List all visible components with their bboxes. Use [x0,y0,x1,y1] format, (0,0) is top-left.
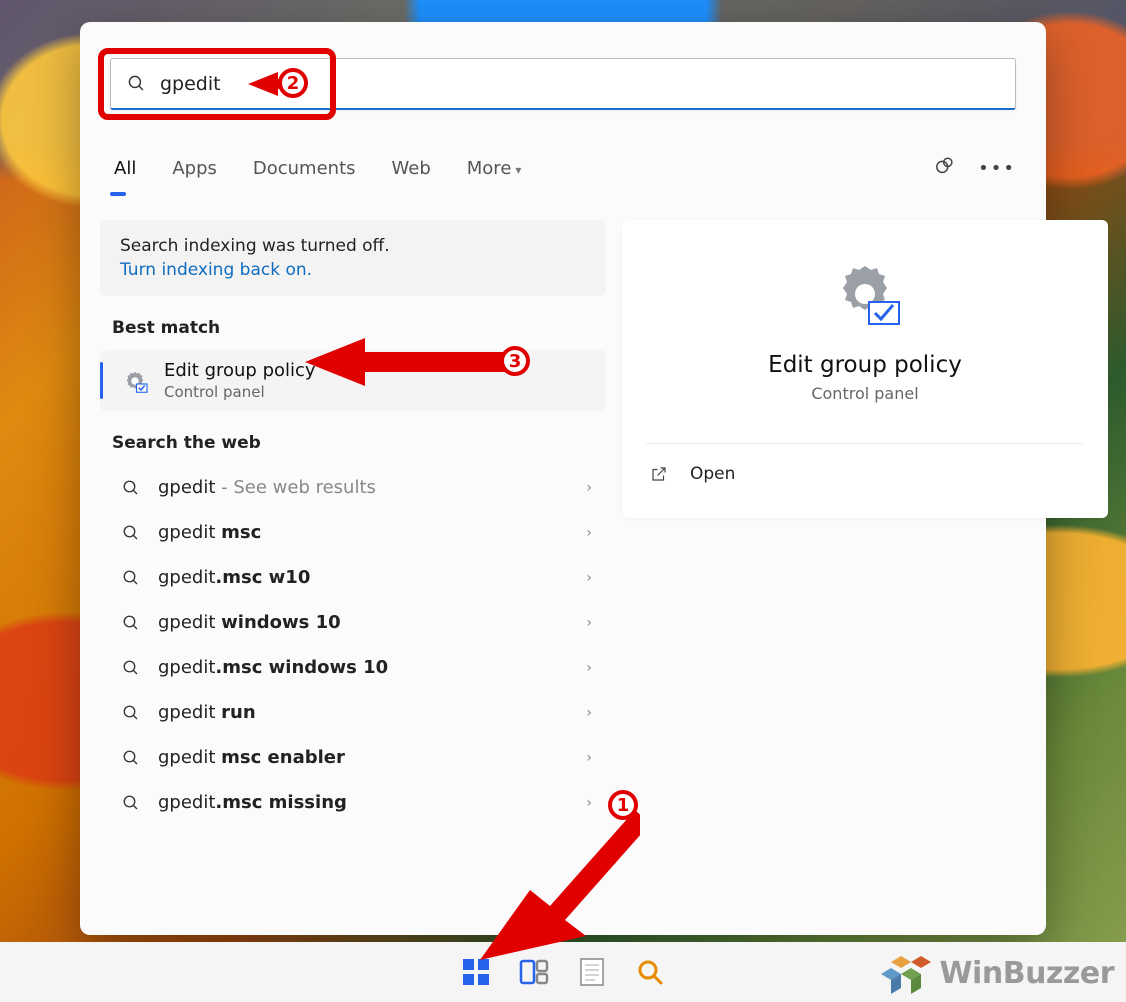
search-icon [122,704,140,722]
tab-more[interactable]: More▾ [463,150,526,187]
taskview-button[interactable] [516,954,552,990]
indexing-message: Search indexing was turned off. [120,236,586,256]
web-result-5[interactable]: gpedit run › [100,690,606,735]
tab-active-indicator [110,192,126,196]
web-result-1[interactable]: gpedit msc › [100,510,606,555]
more-icon[interactable]: ••• [978,158,1016,179]
search-icon [122,614,140,632]
chevron-right-icon: › [586,570,592,586]
start-button[interactable] [458,954,494,990]
best-match-result[interactable]: Edit group policy Control panel [100,350,606,411]
tab-apps[interactable]: Apps [168,150,221,187]
preview-title: Edit group policy [646,352,1084,378]
notepad-icon[interactable] [574,954,610,990]
chevron-right-icon: › [586,525,592,541]
section-search-web: Search the web [112,433,606,453]
search-icon [122,524,140,542]
web-result-2[interactable]: gpedit.msc w10 › [100,555,606,600]
gear-check-icon [120,366,150,396]
search-icon [122,479,140,497]
indexing-notice: Search indexing was turned off. Turn ind… [100,220,606,296]
open-label: Open [690,464,735,484]
preview-panel: Edit group policy Control panel Open [622,220,1108,518]
web-result-6[interactable]: gpedit msc enabler › [100,735,606,780]
filter-tabs: All Apps Documents Web More▾ ••• [110,140,1016,196]
search-icon [122,749,140,767]
search-icon [122,794,140,812]
search-icon [127,74,146,93]
section-best-match: Best match [112,318,606,338]
tab-all[interactable]: All [110,150,140,187]
best-match-subtitle: Control panel [164,383,316,401]
web-result-4[interactable]: gpedit.msc windows 10 › [100,645,606,690]
web-result-7[interactable]: gpedit.msc missing › [100,780,606,825]
divider [646,443,1084,444]
chevron-right-icon: › [586,705,592,721]
tab-documents[interactable]: Documents [249,150,360,187]
search-panel: All Apps Documents Web More▾ ••• Search … [80,22,1046,935]
chevron-right-icon: › [586,660,592,676]
chevron-right-icon: › [586,795,592,811]
search-icon [122,659,140,677]
chevron-right-icon: › [586,750,592,766]
search-input[interactable] [160,73,999,95]
search-box[interactable] [110,58,1016,110]
chevron-right-icon: › [586,615,592,631]
gear-check-icon [825,258,905,338]
web-result-3[interactable]: gpedit windows 10 › [100,600,606,645]
chat-icon[interactable] [934,155,956,182]
web-result-0[interactable]: gpedit - See web results › [100,465,606,510]
indexing-link[interactable]: Turn indexing back on. [120,260,586,280]
chevron-right-icon: › [586,480,592,496]
open-action[interactable]: Open [646,454,1084,494]
open-external-icon [650,465,668,483]
chevron-down-icon: ▾ [515,163,521,177]
tab-web[interactable]: Web [388,150,435,187]
watermark-text: WinBuzzer [939,956,1114,991]
results-left-column: Search indexing was turned off. Turn ind… [100,220,606,825]
search-icon [122,569,140,587]
watermark: WinBuzzer [881,952,1114,994]
preview-subtitle: Control panel [646,384,1084,403]
best-match-title: Edit group policy [164,360,316,381]
watermark-logo-icon [881,952,931,994]
everything-search-icon[interactable] [632,954,668,990]
